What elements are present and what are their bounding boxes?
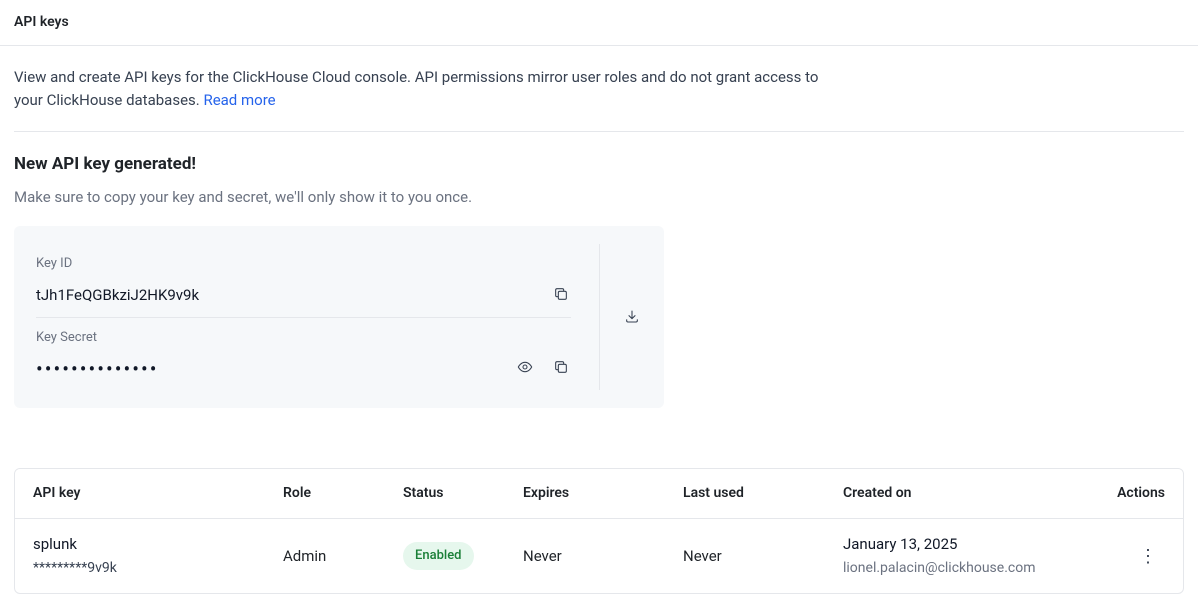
api-key-created-by: lionel.palacin@clickhouse.com — [843, 558, 1075, 579]
page-description: View and create API keys for the ClickHo… — [14, 66, 834, 111]
new-key-card: Key ID tJh1FeQGBkziJ2HK9v9k K — [14, 226, 664, 408]
api-key-created-date: January 13, 2025 — [843, 533, 1075, 556]
col-expires: Expires — [505, 469, 665, 519]
key-id-field: Key ID tJh1FeQGBkziJ2HK9v9k — [36, 244, 571, 317]
download-keys-button[interactable] — [622, 306, 642, 329]
api-key-name: splunk — [33, 533, 247, 556]
download-icon — [624, 308, 640, 327]
table-row: splunk *********9v9k Admin Enabled Never… — [15, 519, 1183, 593]
read-more-link[interactable]: Read more — [203, 91, 275, 109]
api-key-role: Admin — [265, 519, 385, 593]
key-id-label: Key ID — [36, 254, 571, 274]
api-key-expires: Never — [505, 519, 665, 593]
copy-key-id-button[interactable] — [551, 284, 571, 307]
col-actions: Actions — [1093, 469, 1183, 519]
key-id-value: tJh1FeQGBkziJ2HK9v9k — [36, 284, 199, 307]
more-vertical-icon: ⋮ — [1139, 546, 1157, 566]
col-api-key: API key — [15, 469, 265, 519]
api-key-masked: *********9v9k — [33, 558, 247, 579]
copy-key-secret-button[interactable] — [551, 357, 571, 380]
key-secret-value: •••••••••••••• — [36, 359, 158, 379]
col-status: Status — [385, 469, 505, 519]
page-title: API keys — [14, 12, 1184, 33]
row-actions-button[interactable]: ⋮ — [1131, 543, 1165, 569]
api-key-last-used: Never — [665, 519, 825, 593]
reveal-secret-button[interactable] — [515, 357, 535, 380]
description-text: View and create API keys for the ClickHo… — [14, 68, 818, 109]
divider — [14, 131, 1184, 132]
copy-icon — [553, 359, 569, 378]
status-badge: Enabled — [403, 542, 474, 570]
key-secret-field: Key Secret •••••••••••••• — [36, 317, 571, 391]
col-last-used: Last used — [665, 469, 825, 519]
key-secret-label: Key Secret — [36, 328, 571, 348]
new-key-generated-title: New API key generated! — [14, 152, 1184, 178]
col-role: Role — [265, 469, 385, 519]
new-key-generated-subtitle: Make sure to copy your key and secret, w… — [14, 186, 1184, 209]
eye-icon — [517, 359, 533, 378]
col-created-on: Created on — [825, 469, 1093, 519]
copy-icon — [553, 286, 569, 305]
api-keys-table: API key Role Status Expires Last used Cr… — [14, 468, 1184, 594]
